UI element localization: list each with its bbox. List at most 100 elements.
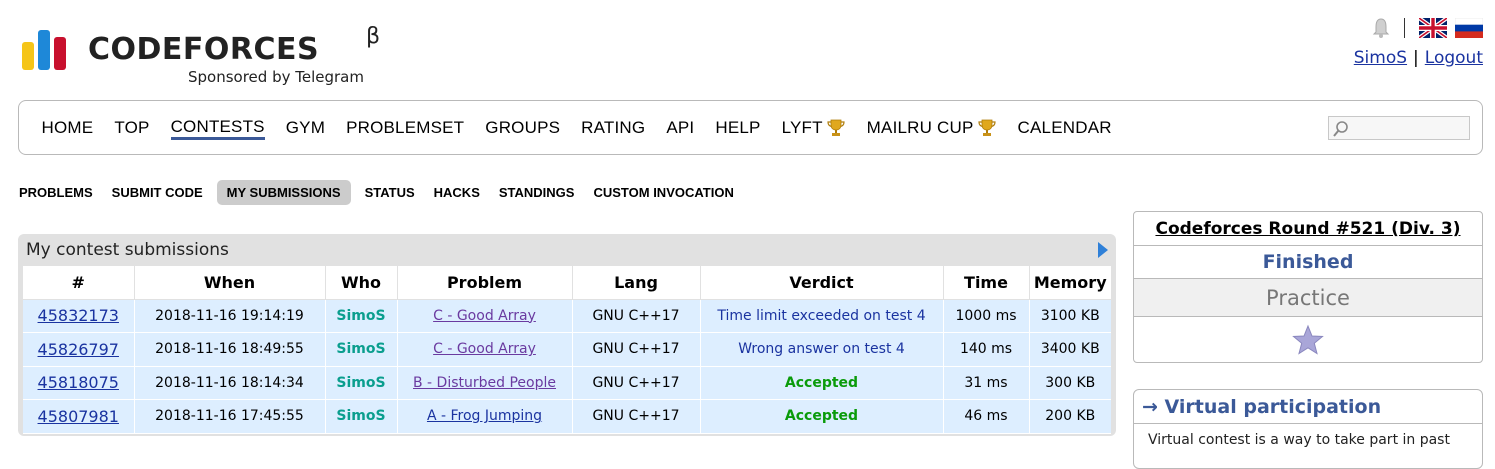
problem-cell: A - Frog Jumping: [397, 399, 573, 434]
submission-id-link[interactable]: 45807981: [38, 407, 119, 426]
verdict-cell: Accepted: [700, 399, 944, 434]
submissions-caption: My contest submissions: [23, 234, 1111, 266]
contest-menu-status[interactable]: STATUS: [360, 180, 420, 205]
submissions-panel: My contest submissions # When Who Problem La…: [18, 234, 1116, 436]
user-links: SimoS | Logout: [1354, 48, 1483, 68]
contest-menu-hacks[interactable]: HACKS: [429, 180, 485, 205]
menu-item-groups[interactable]: GROUPS: [485, 118, 560, 140]
contest-phase: Finished: [1134, 246, 1482, 279]
column-header: Problem: [397, 266, 573, 300]
verdict-cell: Wrong answer on test 4: [700, 332, 944, 367]
table-row: 45832173 2018-11-16 19:14:19 SimoS C - Good…: [23, 299, 1111, 333]
arrow-right-icon[interactable]: [1097, 241, 1109, 259]
search-icon: [1333, 121, 1348, 137]
menu-item-label: GYM: [285, 117, 326, 137]
menu-item-problemset[interactable]: PROBLEMSET: [346, 118, 464, 140]
search-box[interactable]: [1328, 116, 1470, 140]
verdict-cell: Time limit exceeded on test 4: [700, 299, 944, 333]
submission-time-cell: 2018-11-16 18:14:34: [134, 366, 326, 400]
user-profile-link[interactable]: SimoS: [1354, 48, 1407, 68]
practice-label: Practice: [1134, 279, 1482, 317]
submission-id-link[interactable]: 45826797: [38, 340, 119, 359]
contest-menu-custom-invocation[interactable]: CUSTOM INVOCATION: [588, 180, 738, 205]
menu-item-label: HELP: [715, 117, 761, 137]
column-header: Time: [943, 266, 1030, 300]
time-cell: 1000 ms: [943, 299, 1030, 333]
language-cell: GNU C++17: [572, 399, 701, 434]
menu-item-label: MAILRU CUP: [866, 117, 974, 137]
submission-id-link[interactable]: 45832173: [38, 306, 119, 325]
column-header: When: [134, 266, 326, 300]
problem-link[interactable]: C - Good Array: [433, 308, 536, 324]
contest-menu-my-submissions[interactable]: MY SUBMISSIONS: [216, 179, 351, 205]
english-flag-icon[interactable]: [1419, 18, 1447, 38]
author-link[interactable]: SimoS: [325, 399, 398, 434]
submissions-caption-text: My contest submissions: [26, 240, 229, 260]
table-header-row: # When Who Problem Lang Verdict Time Memory: [23, 266, 1111, 300]
contest-menu-standings[interactable]: STANDINGS: [494, 180, 580, 205]
virtual-participation-box: → Virtual participation Virtual contest …: [1133, 389, 1483, 469]
menu-item-top[interactable]: TOP: [114, 118, 149, 140]
submissions-table: # When Who Problem Lang Verdict Time Memory 458…: [23, 266, 1111, 434]
search-input[interactable]: [1329, 117, 1469, 139]
language-separator: [1404, 18, 1405, 38]
trophy-icon: [826, 118, 846, 138]
submission-time-cell: 2018-11-16 19:14:19: [134, 299, 326, 333]
menu-item-mailru-cup[interactable]: MAILRU CUP: [867, 118, 997, 140]
problem-link[interactable]: C - Good Array: [433, 341, 536, 357]
bell-icon[interactable]: [1372, 17, 1390, 39]
problem-link[interactable]: B - Disturbed People: [413, 375, 556, 391]
table-row: 45826797 2018-11-16 18:49:55 SimoS C - Good…: [23, 332, 1111, 367]
star-icon: [1292, 324, 1324, 355]
menu-item-help[interactable]: HELP: [715, 118, 760, 140]
menu-item-api[interactable]: API: [666, 118, 694, 140]
menu-item-label: PROBLEMSET: [346, 117, 465, 137]
author-link[interactable]: SimoS: [325, 332, 398, 367]
submission-time-cell: 2018-11-16 18:49:55: [134, 332, 326, 367]
contest-sidebar-box: Codeforces Round #521 (Div. 3) Finished …: [1133, 211, 1483, 363]
column-header: Verdict: [700, 266, 944, 300]
submission-id-cell: 45826797: [23, 332, 135, 367]
menu-item-lyft[interactable]: LYFT: [782, 118, 846, 140]
menu-item-contests[interactable]: CONTESTS: [170, 117, 265, 140]
language-cell: GNU C++17: [572, 366, 701, 400]
table-row: 45807981 2018-11-16 17:45:55 SimoS A - Frog…: [23, 399, 1111, 434]
favourite-star[interactable]: [1134, 317, 1482, 362]
menu-item-calendar[interactable]: CALENDAR: [1018, 118, 1112, 140]
contest-menu-submit-code[interactable]: SUBMIT CODE: [107, 180, 208, 205]
column-header: Lang: [572, 266, 701, 300]
menu-item-gym[interactable]: GYM: [286, 118, 325, 140]
codeforces-logo[interactable]: CODEFORCES β Sponsored by Telegram: [22, 24, 402, 88]
problem-cell: C - Good Array: [397, 299, 573, 333]
problem-link[interactable]: A - Frog Jumping: [427, 408, 542, 424]
time-cell: 31 ms: [943, 366, 1030, 400]
contest-menu-problems[interactable]: PROBLEMS: [14, 180, 98, 205]
author-link[interactable]: SimoS: [325, 366, 398, 400]
virtual-participation-title: → Virtual participation: [1134, 390, 1482, 424]
logo-beta: β: [366, 24, 381, 49]
time-cell: 140 ms: [943, 332, 1030, 367]
menu-item-home[interactable]: HOME: [42, 118, 94, 140]
main-menu: HOME TOP CONTESTS GYM PROBLEMSET GROUPS RATING…: [18, 100, 1483, 155]
problem-cell: B - Disturbed People: [397, 366, 573, 400]
logout-link[interactable]: Logout: [1425, 48, 1483, 68]
logo-wordmark: CODEFORCES: [88, 32, 320, 67]
contest-menu: PROBLEMS SUBMIT CODE MY SUBMISSIONS STATUS H…: [14, 179, 748, 205]
author-link[interactable]: SimoS: [325, 299, 398, 333]
menu-item-label: TOP: [114, 117, 150, 137]
column-header: Who: [325, 266, 398, 300]
logo-bars-icon: [22, 26, 76, 70]
column-header: #: [23, 266, 135, 300]
submission-id-link[interactable]: 45818075: [38, 373, 119, 392]
menu-item-rating[interactable]: RATING: [581, 118, 645, 140]
memory-cell: 200 KB: [1029, 399, 1111, 434]
russian-flag-icon[interactable]: [1455, 18, 1483, 38]
menu-item-label: RATING: [581, 117, 646, 137]
problem-cell: C - Good Array: [397, 332, 573, 367]
language-bar: [1372, 16, 1483, 40]
language-cell: GNU C++17: [572, 299, 701, 333]
contest-name-link[interactable]: Codeforces Round #521 (Div. 3): [1134, 212, 1482, 246]
table-body: 45832173 2018-11-16 19:14:19 SimoS C - Good…: [23, 299, 1111, 434]
submission-id-cell: 45807981: [23, 399, 135, 434]
submission-time-cell: 2018-11-16 17:45:55: [134, 399, 326, 434]
